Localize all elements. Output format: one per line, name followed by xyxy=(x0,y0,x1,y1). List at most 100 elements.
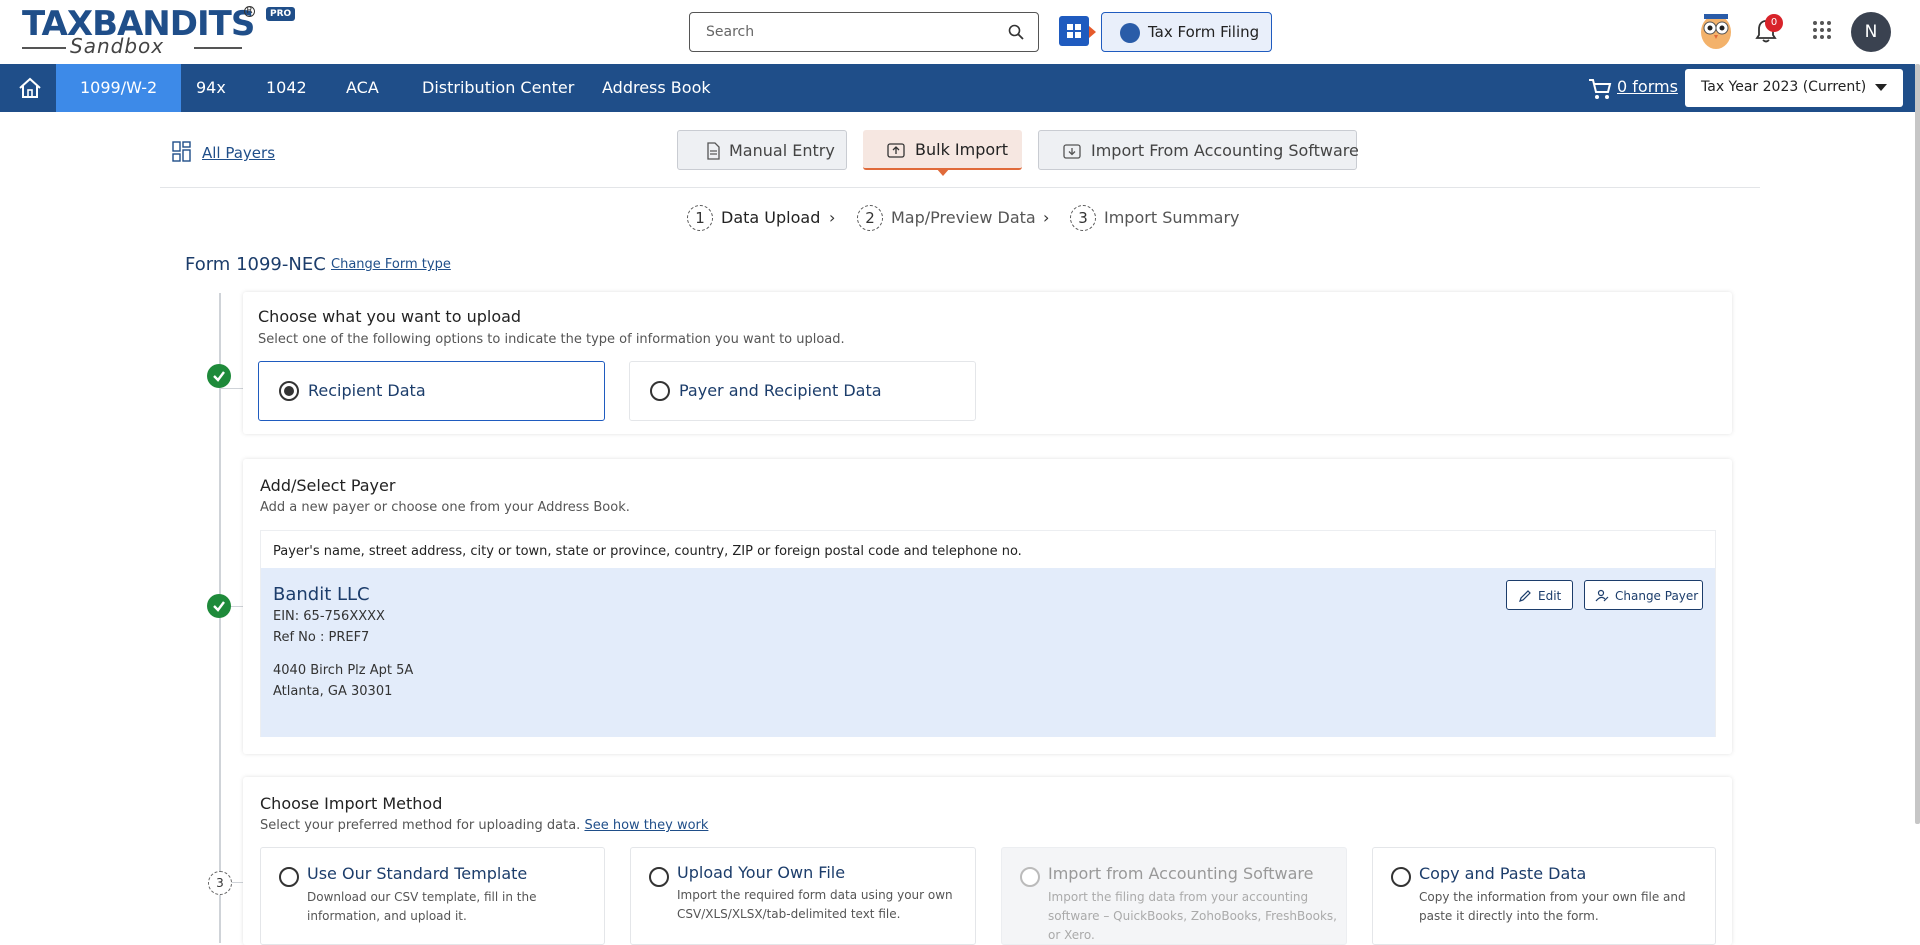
payer-name: Bandit LLC xyxy=(273,584,370,605)
home-icon xyxy=(19,77,41,98)
apps-icon xyxy=(1067,24,1081,38)
user-swap-icon xyxy=(1595,589,1609,602)
payer-recipient-data-radio[interactable] xyxy=(650,381,670,401)
edit-payer-button[interactable]: Edit xyxy=(1506,580,1573,610)
tab-bulk-import-label: Bulk Import xyxy=(915,140,1009,159)
step-1-number: 1 xyxy=(687,205,713,231)
section-divider xyxy=(160,187,1760,188)
chevron-right-icon: › xyxy=(829,208,836,227)
taxbandits-logo[interactable]: TAXBANDITS Sandbox R PRO xyxy=(22,4,296,58)
payer-details-panel: Payer's name, street address, city or to… xyxy=(260,530,1716,737)
method-accounting-software-desc: Import the filing data from your account… xyxy=(1048,890,1337,942)
home-button[interactable] xyxy=(0,64,56,112)
method-copy-paste-radio[interactable] xyxy=(1391,867,1411,887)
upload-type-title: Choose what you want to upload xyxy=(258,307,522,326)
recipient-data-label: Recipient Data xyxy=(308,381,426,400)
edit-payer-label: Edit xyxy=(1538,589,1562,603)
method-upload-own-file-title: Upload Your Own File xyxy=(677,863,846,882)
change-form-type-link[interactable]: Change Form type xyxy=(331,257,451,272)
top-header: TAXBANDITS Sandbox R PRO Tax Form Filing xyxy=(0,0,1920,64)
notification-count-badge: 0 xyxy=(1765,14,1783,32)
tax-form-filing-button[interactable]: Tax Form Filing xyxy=(1101,12,1272,52)
payer-address-line2: Atlanta, GA 30301 xyxy=(273,684,393,699)
pro-badge: PRO xyxy=(266,7,296,21)
cart-forms-link[interactable]: 0 forms xyxy=(1617,77,1678,96)
search-icon[interactable] xyxy=(1008,24,1024,40)
tab-bulk-import[interactable]: Bulk Import xyxy=(863,130,1022,170)
document-icon xyxy=(707,142,720,160)
method-upload-own-file-radio[interactable] xyxy=(649,867,669,887)
logo-subtitle: Sandbox xyxy=(70,34,165,58)
main-nav: 1099/W-2 94x 1042 ACA Distribution Cente… xyxy=(0,64,1915,112)
nav-item-1042[interactable]: 1042 xyxy=(242,64,331,112)
method-upload-own-file-desc: Import the required form data using your… xyxy=(677,888,953,921)
search-box[interactable] xyxy=(689,12,1039,52)
step-3-number: 3 xyxy=(1070,205,1096,231)
method-standard-template-radio[interactable] xyxy=(279,867,299,887)
apps-arrow-icon xyxy=(1089,26,1096,38)
search-input[interactable] xyxy=(706,21,996,43)
import-method-title: Choose Import Method xyxy=(260,794,443,813)
step-1-label: Data Upload xyxy=(721,208,821,227)
import-step-number: 3 xyxy=(208,871,232,895)
logo-line-left xyxy=(22,47,66,49)
nav-item-aca[interactable]: ACA xyxy=(322,64,403,112)
active-tab-pointer xyxy=(936,168,950,176)
step-3-label: Import Summary xyxy=(1104,208,1240,227)
method-copy-paste[interactable]: Copy and Paste Data Copy the information… xyxy=(1372,847,1716,945)
payer-ref-no: Ref No : PREF7 xyxy=(273,630,370,645)
payer-info: Bandit LLC EIN: 65-756XXXX Ref No : PREF… xyxy=(261,568,1715,737)
page-scrollbar[interactable] xyxy=(1915,64,1920,824)
method-standard-template[interactable]: Use Our Standard Template Download our C… xyxy=(260,847,605,945)
cart-icon[interactable] xyxy=(1588,78,1612,100)
pencil-icon xyxy=(1519,590,1531,602)
dashboard-grid-icon xyxy=(172,141,191,162)
payer-recipient-data-option[interactable]: Payer and Recipient Data xyxy=(629,361,976,421)
upload-folder-icon xyxy=(887,143,905,158)
recipient-data-option[interactable]: Recipient Data xyxy=(258,361,605,421)
timeline-line xyxy=(219,293,221,943)
step-2-number: 2 xyxy=(857,205,883,231)
apps-switcher-button[interactable] xyxy=(1059,16,1089,46)
nav-item-94x[interactable]: 94x xyxy=(172,64,250,112)
nav-item-distribution-center[interactable]: Distribution Center xyxy=(398,64,598,112)
payer-panel-header: Payer's name, street address, city or to… xyxy=(273,544,1022,559)
app-grid-icon[interactable] xyxy=(1812,20,1832,40)
form-title: Form 1099-NEC xyxy=(185,254,326,275)
tab-manual-entry-label: Manual Entry xyxy=(729,141,835,160)
payer-card-title: Add/Select Payer xyxy=(260,476,396,495)
method-upload-own-file[interactable]: Upload Your Own File Import the required… xyxy=(630,847,976,945)
payer-card-desc: Add a new payer or choose one from your … xyxy=(260,500,630,515)
method-copy-paste-desc: Copy the information from your own file … xyxy=(1419,890,1686,923)
method-accounting-software-title: Import from Accounting Software xyxy=(1048,864,1314,883)
nav-item-1099-w2[interactable]: 1099/W-2 xyxy=(56,64,182,112)
method-copy-paste-title: Copy and Paste Data xyxy=(1419,864,1587,883)
registered-mark: R xyxy=(244,6,255,17)
tab-import-accounting[interactable]: Import From Accounting Software xyxy=(1038,130,1359,170)
payer-address-line1: 4040 Birch Plz Apt 5A xyxy=(273,663,414,678)
method-standard-template-desc: Download our CSV template, fill in the i… xyxy=(307,890,537,923)
tax-form-filing-label: Tax Form Filing xyxy=(1148,23,1260,41)
import-method-desc-row: Select your preferred method for uploadi… xyxy=(260,818,708,833)
logo-line-right xyxy=(194,47,242,49)
payer-recipient-data-label: Payer and Recipient Data xyxy=(679,381,882,400)
tax-form-filing-icon xyxy=(1120,23,1140,43)
recipient-data-radio[interactable] xyxy=(279,381,299,401)
tax-year-select[interactable]: Tax Year 2023 (Current) xyxy=(1685,69,1903,107)
upload-type-desc: Select one of the following options to i… xyxy=(258,332,845,347)
step-2-label: Map/Preview Data xyxy=(891,208,1036,227)
chevron-down-icon xyxy=(1875,84,1887,91)
tab-manual-entry[interactable]: Manual Entry xyxy=(677,130,847,170)
method-accounting-software: Import from Accounting Software Import t… xyxy=(1001,847,1347,945)
payer-ein: EIN: 65-756XXXX xyxy=(273,609,385,624)
see-how-they-work-link[interactable]: See how they work xyxy=(584,818,708,833)
all-payers-label: All Payers xyxy=(202,144,276,162)
tab-import-accounting-label: Import From Accounting Software xyxy=(1091,141,1359,160)
import-method-desc: Select your preferred method for uploadi… xyxy=(260,818,581,833)
user-avatar[interactable]: N xyxy=(1851,12,1891,52)
owl-mascot-icon[interactable] xyxy=(1698,8,1734,52)
step-complete-check-icon xyxy=(207,364,231,388)
nav-item-address-book[interactable]: Address Book xyxy=(578,64,735,112)
tax-year-value: Tax Year 2023 (Current) xyxy=(1701,79,1867,95)
change-payer-button[interactable]: Change Payer xyxy=(1584,580,1703,610)
